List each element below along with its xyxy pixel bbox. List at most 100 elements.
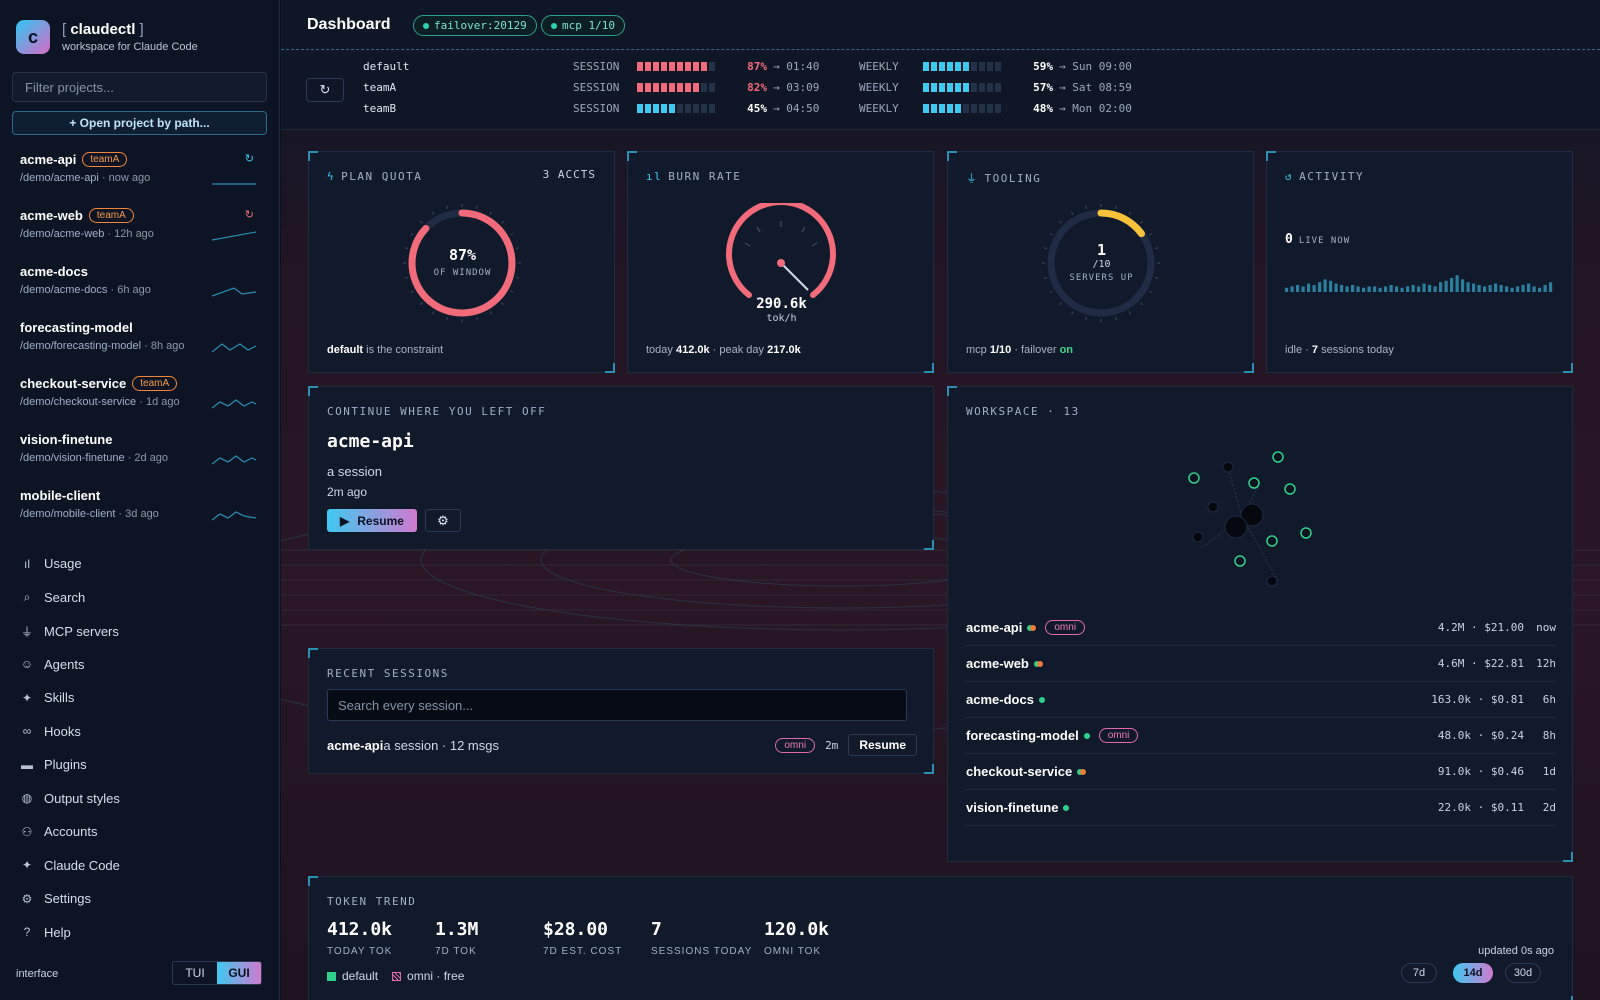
nav-skills[interactable]: ✦ Skills	[20, 690, 74, 705]
project-item[interactable]: acme-api teamA/demo/acme-api · now ago ↻	[20, 152, 260, 202]
plan-quota-title: PLAN QUOTA	[341, 170, 423, 183]
project-name: acme-web	[20, 208, 83, 223]
failover-pill[interactable]: failover:20129	[413, 15, 537, 36]
project-item[interactable]: forecasting-model/demo/forecasting-model…	[20, 320, 260, 370]
recent-resume-button[interactable]: Resume	[848, 734, 917, 756]
session-label: SESSION	[573, 80, 620, 94]
tui-option[interactable]: TUI	[173, 962, 217, 984]
workspace-row[interactable]: acme-docs 163.0k · $0.81 6h	[966, 682, 1556, 718]
recent-session-row[interactable]: acme-api a session · 12 msgs omni 2m Res…	[327, 733, 917, 757]
workspace-project-name: vision-finetune	[966, 800, 1059, 815]
burn-rate-unit: tok/h	[766, 313, 797, 324]
project-path: /demo/checkout-service	[20, 396, 137, 408]
plan-quota-value: 87%	[448, 246, 477, 264]
search-sessions-input[interactable]	[327, 689, 907, 721]
bar-segment	[931, 82, 937, 92]
tooling-header: ⏚ TOOLING	[966, 170, 1041, 186]
nav-settings[interactable]: ⚙ Settings	[20, 891, 91, 906]
project-item[interactable]: mobile-client/demo/mobile-client · 3d ag…	[20, 488, 260, 538]
recent-session-info: a session · 12 msgs	[383, 737, 499, 753]
trend-stat: 120.0k OMNI TOK	[764, 919, 829, 957]
workspace-ago: 2d	[1542, 801, 1556, 814]
nav-usage[interactable]: ıl Usage	[20, 556, 82, 571]
nav-agents[interactable]: ☺ Agents	[20, 656, 85, 672]
bar-segment	[661, 61, 667, 71]
nav-help[interactable]: ? Help	[20, 925, 71, 940]
continue-project[interactable]: acme-api	[327, 431, 414, 452]
workspace-project-name: checkout-service	[966, 764, 1073, 779]
session-pct: 82%	[747, 80, 767, 94]
today-label: today	[646, 344, 676, 356]
resume-button[interactable]: ▶ Resume	[327, 509, 417, 532]
live-now: 0 LIVE NOW	[1285, 232, 1350, 247]
nav-label: Agents	[44, 656, 85, 672]
quota-row: teamB SESSION 45% → 04:50 WEEKLY 48% → Mon 02:…	[363, 101, 1145, 115]
project-ago: 8h ago	[150, 340, 185, 352]
activity-bar	[1340, 285, 1344, 292]
sparkle-icon: ✦	[21, 858, 33, 872]
project-ago: 1d ago	[145, 396, 180, 408]
activity-bar	[1362, 287, 1366, 292]
burn-rate-title: BURN RATE	[668, 170, 742, 183]
trend-stat-value: 1.3M	[435, 919, 479, 940]
activity-sparkline	[1285, 275, 1553, 292]
nav-label: Accounts	[44, 824, 98, 839]
gui-option[interactable]: GUI	[217, 962, 261, 984]
nav-label: Output styles	[44, 790, 120, 806]
sync-icon[interactable]: ↻	[245, 152, 254, 165]
bar-segment	[685, 82, 691, 92]
workspace-stats: 4.6M · $22.81 12h	[1438, 657, 1556, 670]
nav-label: Search	[44, 589, 86, 605]
project-name: acme-docs	[20, 264, 88, 279]
interface-toggle: TUI GUI	[172, 961, 262, 985]
continue-ago: 2m ago	[327, 485, 368, 499]
refresh-icon: ↻	[319, 82, 331, 97]
failover-pill-label: failover:20129	[434, 19, 527, 32]
nav-claude-code[interactable]: ✦ Claude Code	[20, 858, 120, 873]
nav-search[interactable]: ⌕ Search	[20, 589, 86, 605]
omni-badge: omni	[775, 737, 816, 753]
workspace-row[interactable]: forecasting-model omni 48.0k · $0.24 8h	[966, 718, 1556, 754]
failover-label: · failover	[1011, 344, 1060, 356]
range-7d-button[interactable]: 7d	[1401, 963, 1437, 983]
sync-icon[interactable]: ↻	[245, 208, 254, 221]
filter-projects-input[interactable]	[12, 72, 267, 102]
project-name-row: forecasting-model	[20, 320, 260, 335]
activity-bar	[1356, 286, 1360, 292]
plan-quota-footer: default is the constraint	[327, 344, 443, 356]
workspace-project-name: forecasting-model	[966, 728, 1079, 743]
workspace-row[interactable]: vision-finetune 22.0k · $0.11 2d	[966, 790, 1556, 826]
nav-plugins[interactable]: ▬ Plugins	[20, 757, 87, 772]
usage-bar	[923, 103, 1021, 113]
nav-hooks[interactable]: ∞ Hooks	[20, 724, 81, 739]
open-project-button[interactable]: + Open project by path...	[12, 111, 267, 135]
refresh-quota-button[interactable]: ↻	[306, 78, 344, 102]
nav-label: Skills	[44, 690, 75, 705]
nav-accounts[interactable]: ⚇ Accounts	[20, 824, 98, 839]
workspace-project: vision-finetune	[966, 800, 1070, 815]
range-14d-button[interactable]: 14d	[1453, 963, 1493, 983]
mcp-pill[interactable]: mcp 1/10	[541, 15, 625, 36]
workspace-row[interactable]: acme-web 4.6M · $22.81 12h	[966, 646, 1556, 682]
workspace-ago: 1d	[1542, 765, 1556, 778]
project-item[interactable]: vision-finetune/demo/vision-finetune · 2…	[20, 432, 260, 482]
token-trend-legend: default omni · free	[327, 969, 464, 983]
range-30d-button[interactable]: 30d	[1505, 963, 1541, 983]
continue-settings-button[interactable]: ⚙	[425, 509, 461, 532]
nav-label: Hooks	[44, 723, 81, 739]
nav-mcp-servers[interactable]: ⏚ MCP servers	[20, 623, 119, 640]
bar-segment	[971, 82, 977, 92]
project-item[interactable]: checkout-service teamA/demo/checkout-serv…	[20, 376, 260, 426]
plan-quota-sub: OF WINDOW	[433, 268, 492, 278]
project-name: checkout-service	[20, 376, 127, 391]
workspace-row[interactable]: checkout-service 91.0k · $0.46 1d	[966, 754, 1556, 790]
workspace-row[interactable]: acme-api omni 4.2M · $21.00 now	[966, 610, 1556, 646]
nav-output-styles[interactable]: ◍ Output styles	[20, 791, 120, 806]
project-item[interactable]: acme-docs/demo/acme-docs · 6h ago	[20, 264, 260, 314]
workspace-stats: 163.0k · $0.81 6h	[1431, 693, 1556, 706]
bar-segment	[923, 103, 929, 113]
project-item[interactable]: acme-web teamA/demo/acme-web · 12h ago ↻	[20, 208, 260, 258]
session-reset: → 03:09	[773, 80, 820, 94]
project-ago: 12h ago	[114, 228, 154, 240]
orange-status-dot-icon	[1036, 660, 1043, 667]
